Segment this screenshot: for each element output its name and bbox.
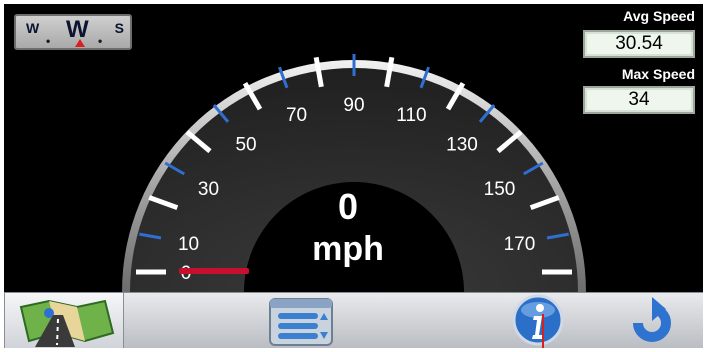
tick-label: 50 (235, 134, 256, 155)
tick-label: 150 (484, 179, 516, 200)
tick-label: 170 (504, 234, 536, 255)
current-speed-value: 0 (337, 186, 359, 227)
tick-label: 130 (446, 134, 478, 155)
speed-needle (179, 268, 249, 274)
back-button[interactable] (622, 293, 682, 348)
tick-label: 30 (198, 179, 219, 200)
list-menu-icon (269, 298, 333, 346)
tick-label: 10 (178, 234, 199, 255)
back-arrow-icon (633, 297, 671, 342)
trip-computer-screen: W • W • S Avg Speed 30.54 Max Speed 34 0… (4, 4, 703, 348)
info-button[interactable] (508, 293, 568, 348)
info-icon (512, 294, 564, 346)
tick-label: 70 (286, 105, 307, 126)
info-pointer-line (542, 314, 544, 348)
tick-label: 90 (343, 95, 364, 116)
map-icon (19, 299, 115, 347)
speed-unit-label: mph (312, 230, 384, 268)
tick-label: 110 (396, 105, 426, 126)
map-button[interactable] (4, 293, 124, 348)
bottom-toolbar (4, 292, 703, 348)
list-menu-button[interactable] (266, 293, 338, 348)
